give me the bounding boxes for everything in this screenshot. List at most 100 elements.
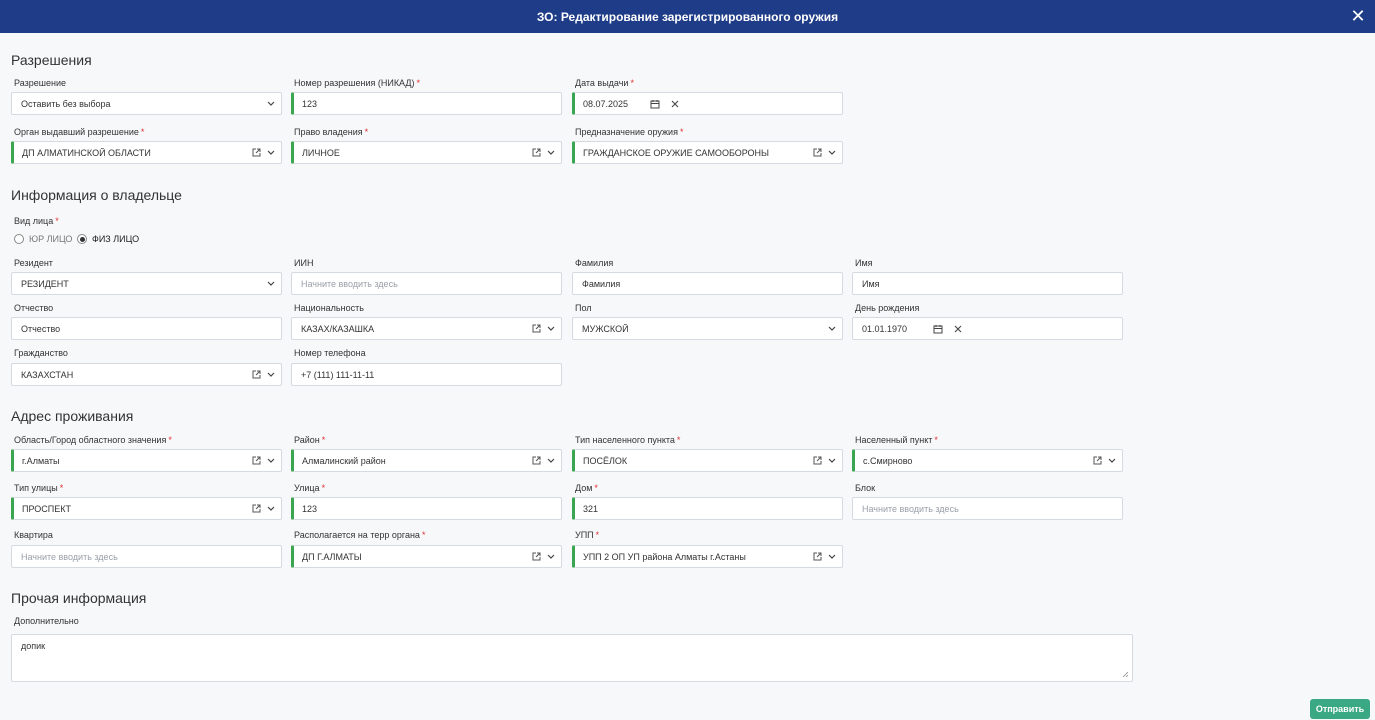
iin-input[interactable]: Начните вводить здесь <box>291 272 562 295</box>
locality-label: Населенный пункт * <box>855 435 938 445</box>
territory-body-label: Располагается на терр органа * <box>294 530 426 540</box>
external-link-icon[interactable] <box>1091 455 1103 467</box>
additional-textarea[interactable]: допик <box>11 634 1133 682</box>
territory-body-select[interactable]: ДП Г.АЛМАТЫ <box>291 545 562 568</box>
chevron-down-icon[interactable] <box>827 147 837 159</box>
chevron-down-icon[interactable] <box>546 551 556 563</box>
submit-button[interactable]: Отправить <box>1310 699 1370 719</box>
radio-label: ФИЗ ЛИЦО <box>92 234 140 244</box>
first-name-input[interactable]: Имя <box>852 272 1123 295</box>
region-select[interactable]: г.Алматы <box>11 449 282 472</box>
person-type-label: Вид лица * <box>14 216 59 226</box>
patronymic-value: Отчество <box>21 323 61 334</box>
locality-select[interactable]: с.Смирново <box>852 449 1123 472</box>
locality-type-select[interactable]: ПОСЁЛОК <box>572 449 843 472</box>
external-link-icon[interactable] <box>811 147 823 159</box>
apartment-placeholder: Начните вводить здесь <box>21 551 118 562</box>
radio-button[interactable] <box>14 234 24 244</box>
street-type-select[interactable]: ПРОСПЕКТ <box>11 497 282 520</box>
gender-label: Пол <box>575 303 592 313</box>
iin-placeholder: Начните вводить здесь <box>301 278 398 289</box>
weapon-purpose-select[interactable]: ГРАЖДАНСКОЕ ОРУЖИЕ САМООБОРОНЫ <box>572 141 843 164</box>
phone-value: +7 (111) 111-11-11 <box>301 369 375 380</box>
apartment-input[interactable]: Начните вводить здесь <box>11 545 282 568</box>
permit-label: Разрешение <box>14 78 66 88</box>
district-label: Район * <box>294 435 326 445</box>
weapon-purpose-value: ГРАЖДАНСКОЕ ОРУЖИЕ САМООБОРОНЫ <box>583 147 770 158</box>
chevron-down-icon[interactable] <box>827 551 837 563</box>
block-input[interactable]: Начните вводить здесь <box>852 497 1123 520</box>
house-input[interactable]: 321 <box>572 497 843 520</box>
resident-value: РЕЗИДЕНТ <box>21 278 69 289</box>
citizenship-select[interactable]: КАЗАХСТАН <box>11 363 282 386</box>
external-link-icon[interactable] <box>250 369 262 381</box>
chevron-down-icon[interactable] <box>266 147 276 159</box>
chevron-down-icon[interactable] <box>546 455 556 467</box>
chevron-down-icon[interactable] <box>266 503 276 515</box>
window-title: ЗО: Редактирование зарегистрированного о… <box>536 9 839 24</box>
external-link-icon[interactable] <box>530 323 542 335</box>
apartment-label: Квартира <box>14 530 53 540</box>
chevron-down-icon <box>266 98 276 110</box>
nationality-select[interactable]: КАЗАХ/КАЗАШКА <box>291 317 562 340</box>
radio-label: ЮР ЛИЦО <box>29 234 73 244</box>
ownership-right-select[interactable]: ЛИЧНОЕ <box>291 141 562 164</box>
chevron-down-icon[interactable] <box>546 323 556 335</box>
external-link-icon[interactable] <box>530 551 542 563</box>
external-link-icon[interactable] <box>530 455 542 467</box>
radio-individual[interactable]: ФИЗ ЛИЦО <box>77 234 139 244</box>
additional-value: допик <box>21 641 46 651</box>
chevron-down-icon[interactable] <box>546 147 556 159</box>
territory-body-value: ДП Г.АЛМАТЫ <box>302 551 362 562</box>
clear-icon[interactable] <box>669 98 681 110</box>
district-value: Алмалинский район <box>302 455 386 466</box>
birthday-input[interactable]: 01.01.1970 <box>852 317 1123 340</box>
external-link-icon[interactable] <box>250 455 262 467</box>
permit-number-input[interactable]: 123 <box>291 92 562 115</box>
upp-select[interactable]: УПП 2 ОП УП района Алматы г.Астаны <box>572 545 843 568</box>
last-name-label: Фамилия <box>575 258 614 268</box>
first-name-label: Имя <box>855 258 873 268</box>
resident-select[interactable]: РЕЗИДЕНТ <box>11 272 282 295</box>
chevron-down-icon[interactable] <box>266 455 276 467</box>
chevron-down-icon[interactable] <box>1107 455 1117 467</box>
external-link-icon[interactable] <box>250 147 262 159</box>
calendar-icon[interactable] <box>932 323 944 335</box>
upp-label: УПП * <box>575 530 600 540</box>
radio-button-selected[interactable] <box>77 234 87 244</box>
permit-value: Оставить без выбора <box>21 98 111 109</box>
issuing-body-select[interactable]: ДП АЛМАТИНСКОЙ ОБЛАСТИ <box>11 141 282 164</box>
birthday-value: 01.01.1970 <box>862 323 908 334</box>
issue-date-value: 08.07.2025 <box>583 98 629 109</box>
chevron-down-icon[interactable] <box>827 455 837 467</box>
permit-number-value: 123 <box>302 98 318 109</box>
section-title-permits: Разрешения <box>11 52 92 68</box>
section-title-other: Прочая информация <box>11 590 147 606</box>
street-type-value: ПРОСПЕКТ <box>22 503 71 514</box>
permit-select[interactable]: Оставить без выбора <box>11 92 282 115</box>
issue-date-input[interactable]: 08.07.2025 <box>572 92 843 115</box>
ownership-right-value: ЛИЧНОЕ <box>302 147 340 158</box>
close-icon[interactable]: ✕ <box>1349 6 1367 26</box>
external-link-icon[interactable] <box>811 455 823 467</box>
phone-input[interactable]: +7 (111) 111-11-11 <box>291 363 562 386</box>
resize-handle-icon[interactable] <box>1122 671 1129 678</box>
external-link-icon[interactable] <box>250 503 262 515</box>
last-name-input[interactable]: Фамилия <box>572 272 843 295</box>
gender-select[interactable]: МУЖСКОЙ <box>572 317 843 340</box>
district-select[interactable]: Алмалинский район <box>291 449 562 472</box>
street-input[interactable]: 123 <box>291 497 562 520</box>
chevron-down-icon[interactable] <box>266 369 276 381</box>
calendar-icon[interactable] <box>649 98 661 110</box>
clear-icon[interactable] <box>952 323 964 335</box>
external-link-icon[interactable] <box>530 147 542 159</box>
patronymic-label: Отчество <box>14 303 54 313</box>
iin-label: ИИН <box>294 258 314 268</box>
radio-legal-entity[interactable]: ЮР ЛИЦО <box>14 234 72 244</box>
section-title-owner: Информация о владельце <box>11 187 182 203</box>
additional-label: Дополнительно <box>14 616 79 626</box>
patronymic-input[interactable]: Отчество <box>11 317 282 340</box>
resident-label: Резидент <box>14 258 53 268</box>
external-link-icon[interactable] <box>811 551 823 563</box>
issue-date-label: Дата выдачи * <box>575 78 634 88</box>
